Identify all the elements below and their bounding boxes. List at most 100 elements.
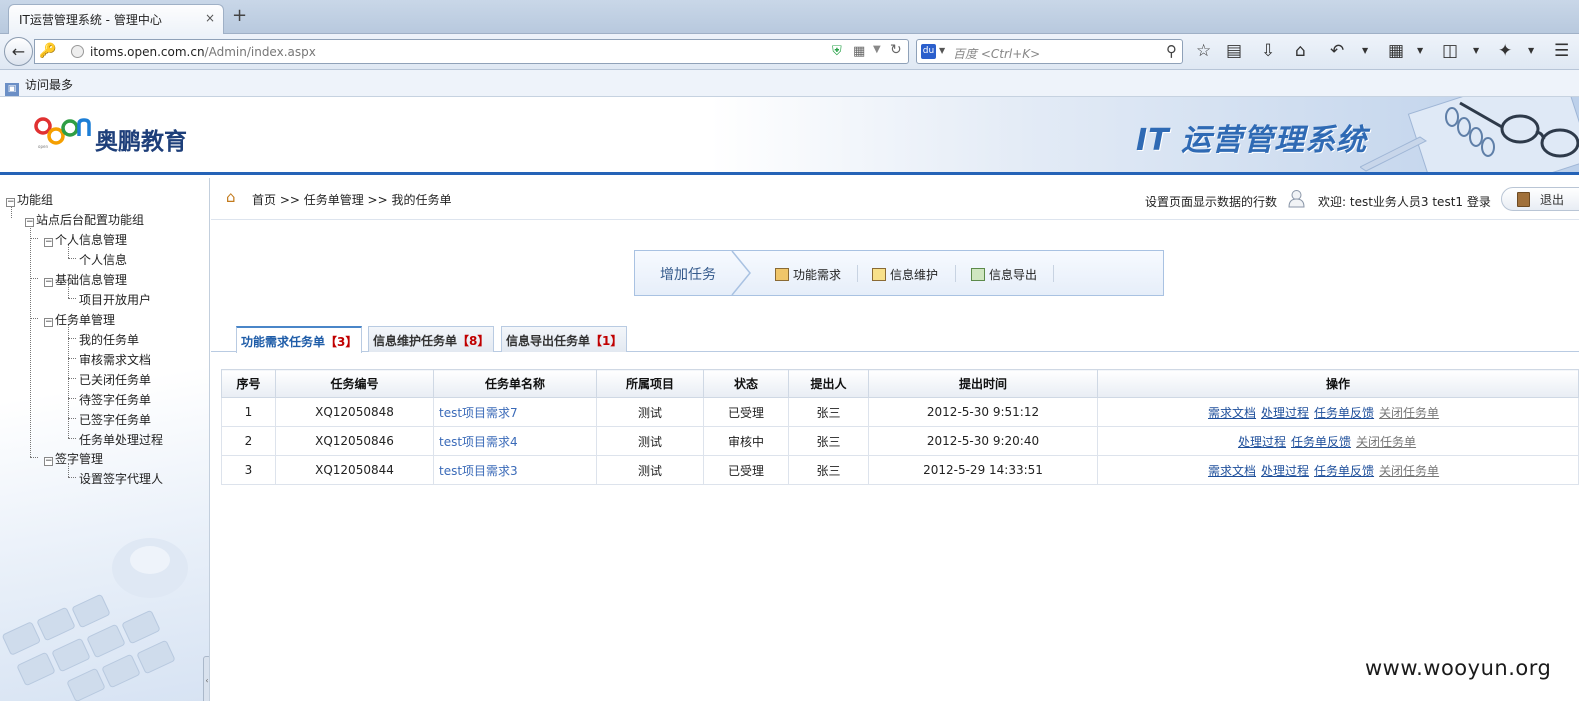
add-info-export-button[interactable]: 信息导出 xyxy=(971,266,1037,283)
add-link-label: 信息导出 xyxy=(989,268,1038,282)
address-bar[interactable]: 🔑 itoms.open.com.cn/Admin/index.aspx ⛨ ▦… xyxy=(34,39,909,64)
sidebar-item-my-tasks[interactable]: 我的任务单 xyxy=(79,331,139,348)
sidebar-item-task-process[interactable]: 任务单处理过程 xyxy=(79,431,163,448)
extension-icon[interactable]: ✦ xyxy=(1498,41,1512,61)
submit-time: 2012-5-30 9:20:40 xyxy=(868,426,1098,456)
reload-icon[interactable]: ↻ xyxy=(890,42,902,58)
sidebar-collapse-handle[interactable]: ‹ xyxy=(203,656,209,701)
feedback-link[interactable]: 任务单反馈 xyxy=(1291,435,1351,449)
tree-group[interactable]: − 站点后台配置功能组 xyxy=(25,211,144,228)
column-header[interactable]: 任务单名称 xyxy=(433,369,597,398)
dropdown-arrow-icon[interactable]: ▼ xyxy=(873,44,881,55)
sidebar-item-project-users[interactable]: 项目开放用户 xyxy=(79,291,151,308)
home-icon[interactable]: ⌂ xyxy=(226,188,236,206)
chevron-down-icon[interactable]: ▼ xyxy=(1473,46,1479,55)
search-icon[interactable]: ⚲ xyxy=(1166,42,1177,60)
tab-count: 【1】 xyxy=(590,334,623,348)
close-tab-icon[interactable]: × xyxy=(205,11,215,25)
status: 审核中 xyxy=(703,426,789,456)
feedback-link[interactable]: 任务单反馈 xyxy=(1314,464,1374,478)
process-link[interactable]: 处理过程 xyxy=(1261,464,1309,478)
url-text[interactable]: itoms.open.com.cn/Admin/index.aspx xyxy=(90,45,316,59)
task-name-link[interactable]: test项目需求4 xyxy=(439,435,518,449)
feedback-link[interactable]: 任务单反馈 xyxy=(1314,406,1374,420)
home-icon[interactable]: ⌂ xyxy=(1295,41,1306,61)
sidebar-item-sign-agent[interactable]: 设置签字代理人 xyxy=(79,470,163,487)
column-header[interactable]: 状态 xyxy=(703,369,789,398)
chevron-down-icon[interactable]: ▼ xyxy=(1362,46,1368,55)
search-input[interactable]: du ▼ 百度 <Ctrl+K> ⚲ xyxy=(916,39,1183,64)
copy-icon[interactable]: ◫ xyxy=(1442,41,1458,61)
chevron-down-icon[interactable]: ▼ xyxy=(1417,46,1423,55)
add-task-bar: 增加任务 功能需求 信息维护 信息导出 xyxy=(634,250,1164,296)
new-tab-button[interactable]: + xyxy=(232,5,247,26)
logout-button[interactable]: 退出 xyxy=(1501,187,1579,211)
reading-list-icon[interactable]: ▤ xyxy=(1226,41,1242,61)
download-icon[interactable]: ⇩ xyxy=(1261,41,1275,61)
tab-info-maintenance[interactable]: 信息维护任务单【8】 xyxy=(368,326,495,352)
process-link[interactable]: 处理过程 xyxy=(1261,406,1309,420)
site-header: open 奥鹏教育 IT 运营管理系统 xyxy=(0,97,1579,175)
column-header[interactable]: 提出时间 xyxy=(868,369,1098,398)
sidebar-item-personal-info[interactable]: 个人信息 xyxy=(79,251,127,268)
tab-label: 信息维护任务单 xyxy=(373,334,458,348)
sidebar-section-signature[interactable]: − 签字管理 xyxy=(44,450,103,467)
pencil-icon xyxy=(872,268,886,281)
qr-code-icon[interactable]: ▦ xyxy=(853,44,865,59)
column-header[interactable]: 所属项目 xyxy=(596,369,704,398)
submitter: 张三 xyxy=(788,397,869,427)
keyboard-background-illustration xyxy=(2,538,188,701)
task-name-link[interactable]: test项目需求3 xyxy=(439,464,518,478)
sidebar-item-closed-tasks[interactable]: 已关闭任务单 xyxy=(79,371,151,388)
collapse-icon[interactable]: − xyxy=(6,198,15,207)
rows-setting-link[interactable]: 设置页面显示数据的行数 xyxy=(1145,193,1277,210)
chevron-down-icon[interactable]: ▼ xyxy=(1528,46,1534,55)
collapse-icon[interactable]: − xyxy=(44,318,53,327)
sidebar-section-basic[interactable]: − 基础信息管理 xyxy=(44,271,127,288)
browser-tab-strip: IT运营管理系统 - 管理中心 × + xyxy=(0,0,1579,34)
requirement-doc-link[interactable]: 需求文档 xyxy=(1208,464,1256,478)
tree-root[interactable]: − 功能组 xyxy=(6,191,53,208)
column-header[interactable]: 任务编号 xyxy=(275,369,434,398)
table-row: 2 XQ12050846 test项目需求4 测试 审核中 张三 2012-5-… xyxy=(221,426,1579,456)
tab-info-export[interactable]: 信息导出任务单【1】 xyxy=(501,326,628,352)
column-header[interactable]: 序号 xyxy=(221,369,276,398)
collapse-icon[interactable]: − xyxy=(25,218,34,227)
sidebar-item-review-docs[interactable]: 审核需求文档 xyxy=(79,351,151,368)
process-link[interactable]: 处理过程 xyxy=(1238,435,1286,449)
collapse-icon[interactable]: − xyxy=(44,457,53,466)
add-function-request-button[interactable]: 功能需求 xyxy=(775,266,841,283)
bookmark-star-icon[interactable]: ☆ xyxy=(1196,41,1211,61)
close-task-link[interactable]: 关闭任务单 xyxy=(1356,435,1416,449)
shield-icon[interactable]: ⛨ xyxy=(832,44,842,59)
submitter: 张三 xyxy=(788,426,869,456)
url-domain: itoms.open.com.cn xyxy=(90,45,205,59)
collapse-icon[interactable]: − xyxy=(44,278,53,287)
close-task-link[interactable]: 关闭任务单 xyxy=(1379,406,1439,420)
sidebar-item-signed-tasks[interactable]: 已签字任务单 xyxy=(79,411,151,428)
tree-connector xyxy=(68,298,76,299)
requirement-doc-link[interactable]: 需求文档 xyxy=(1208,406,1256,420)
sidebar-section-personal[interactable]: − 个人信息管理 xyxy=(44,231,127,248)
menu-icon[interactable]: ☰ xyxy=(1554,41,1569,61)
back-button[interactable]: ← xyxy=(4,37,33,66)
column-header[interactable]: 提出人 xyxy=(788,369,869,398)
chevron-down-icon[interactable]: ▼ xyxy=(939,46,945,55)
key-icon: 🔑 xyxy=(39,43,57,59)
tree-connector xyxy=(68,438,76,439)
tab-function-requests[interactable]: 功能需求任务单【3】 xyxy=(236,326,363,353)
sidebar-section-label: 签字管理 xyxy=(55,452,104,466)
close-task-link[interactable]: 关闭任务单 xyxy=(1379,464,1439,478)
sidebar-item-pending-sign[interactable]: 待签字任务单 xyxy=(79,391,151,408)
browser-tab[interactable]: IT运营管理系统 - 管理中心 × xyxy=(8,4,224,34)
undo-icon[interactable]: ↶ xyxy=(1330,41,1344,61)
sidebar-section-tasks[interactable]: − 任务单管理 xyxy=(44,311,115,328)
crop-icon[interactable]: ▦ xyxy=(1388,41,1404,61)
baidu-icon[interactable]: du xyxy=(921,44,936,59)
bookmark-most-visited[interactable]: ▣ 访问最多 xyxy=(5,76,73,96)
tree-connector xyxy=(30,457,38,458)
add-info-maintenance-button[interactable]: 信息维护 xyxy=(872,266,938,283)
task-name-link[interactable]: test项目需求7 xyxy=(439,406,518,420)
collapse-icon[interactable]: − xyxy=(44,238,53,247)
breadcrumb[interactable]: 首页 >> 任务单管理 >> 我的任务单 xyxy=(252,191,451,208)
